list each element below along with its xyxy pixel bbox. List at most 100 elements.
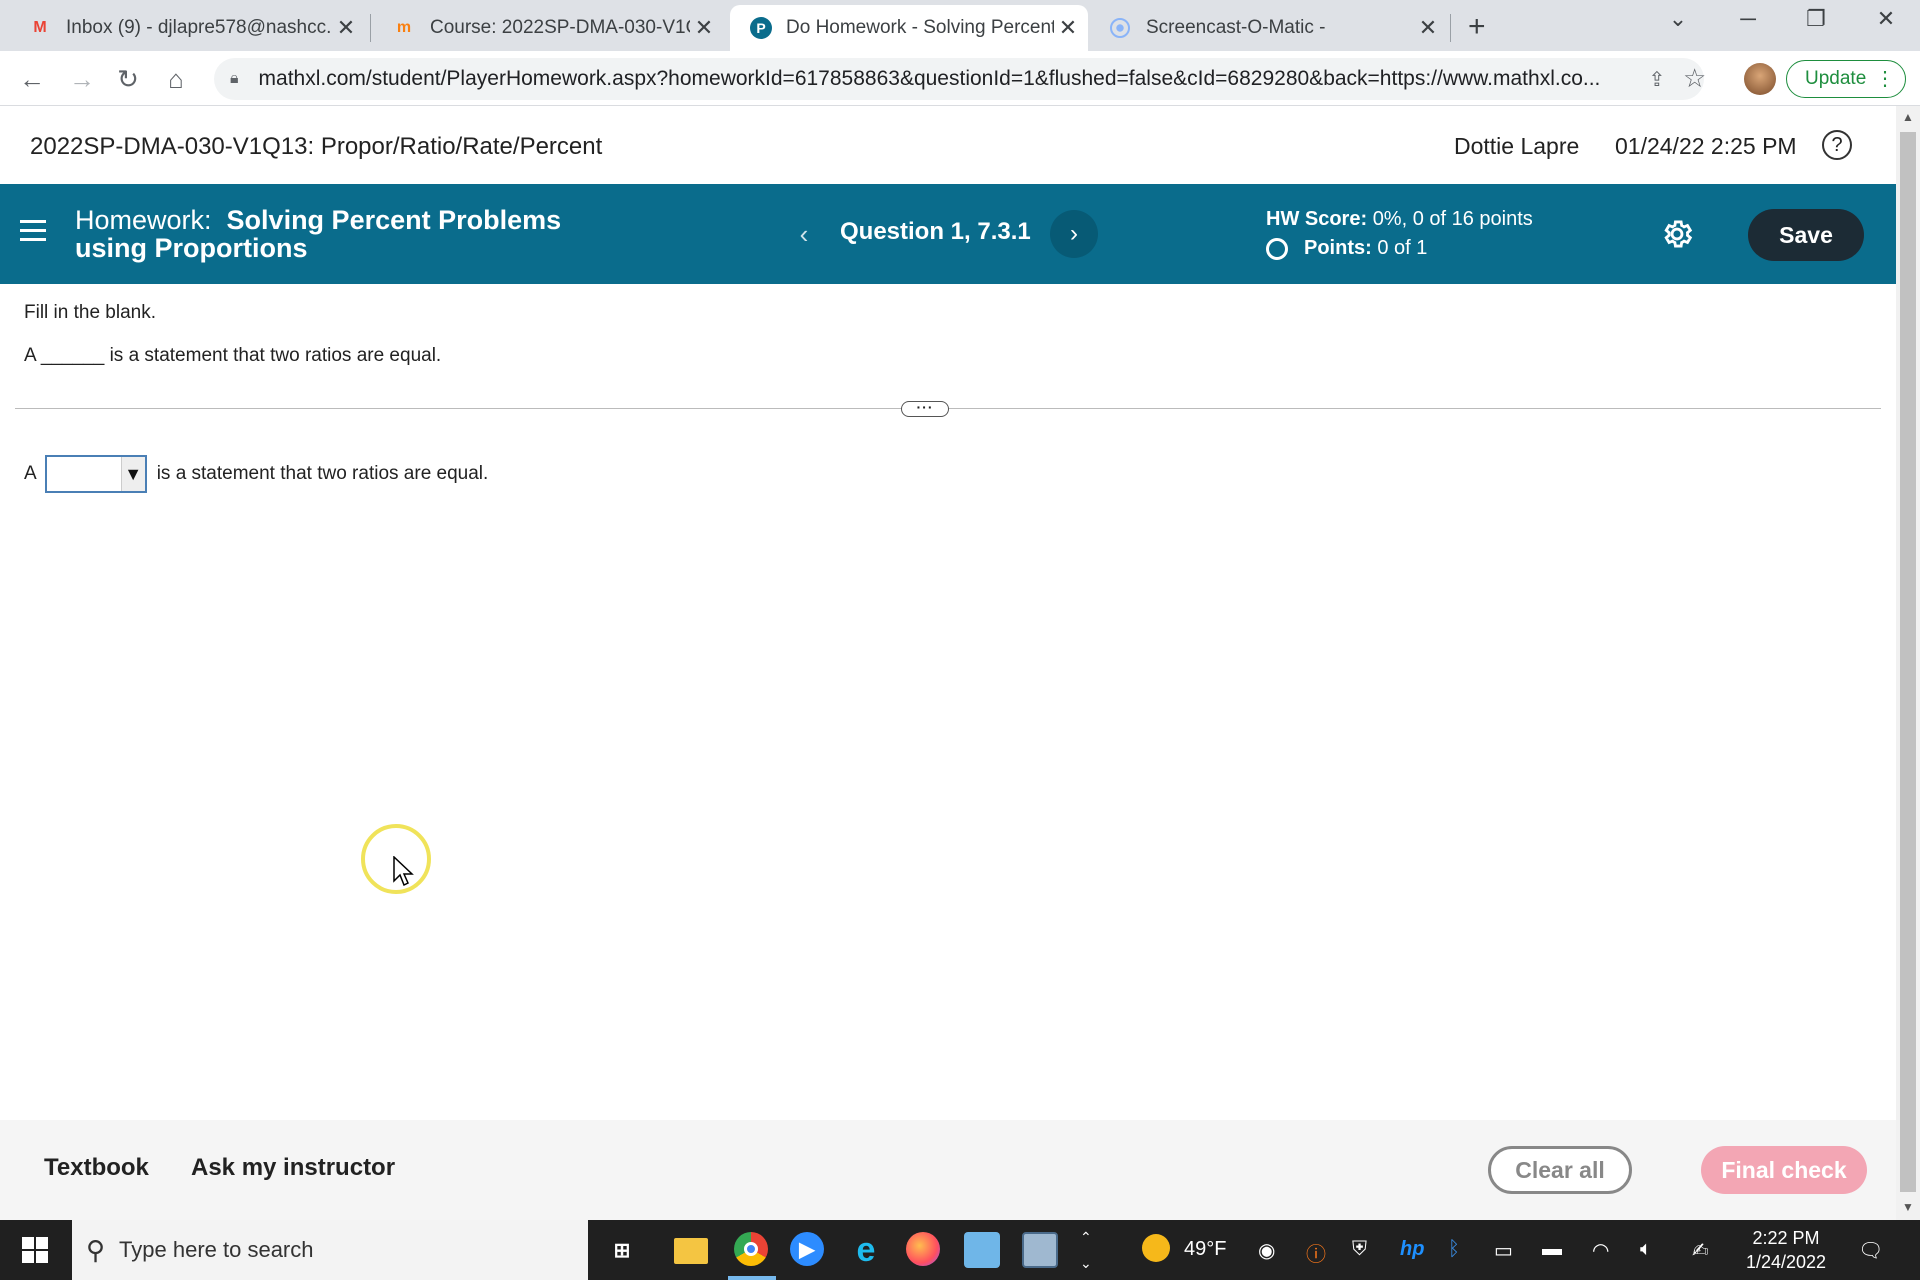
url-text[interactable]: mathxl.com/student/PlayerHomework.aspx?h… [259, 67, 1629, 91]
taskbar-search[interactable]: ⚲ Type here to search [72, 1220, 588, 1280]
homework-prefix: Homework: [75, 205, 212, 235]
profile-avatar[interactable] [1744, 63, 1776, 95]
tab-title: Screencast-O-Matic - [1146, 17, 1326, 38]
chrome-icon[interactable] [734, 1232, 768, 1266]
tab-title: Course: 2022SP-DMA-030-V1Q1 [430, 17, 690, 38]
bluetooth-icon[interactable]: ᛒ [1448, 1238, 1460, 1261]
resize-handle-icon[interactable]: ··· [901, 400, 949, 417]
user-name: Dottie Lapre [1454, 133, 1580, 159]
forward-icon[interactable]: → [64, 61, 100, 97]
task-view-icon[interactable]: ⊞ [604, 1232, 640, 1268]
clear-all-button[interactable]: Clear all [1488, 1146, 1632, 1194]
windows-start-icon[interactable] [22, 1237, 48, 1263]
menu-icon[interactable] [20, 220, 46, 247]
points-value: 0 of 1 [1377, 236, 1428, 259]
pearson-icon: P [750, 17, 772, 39]
close-icon[interactable]: ✕ [332, 15, 360, 41]
answer-row: A ▼ is a statement that two ratios are e… [24, 455, 488, 493]
app-window-icon[interactable] [1022, 1232, 1058, 1268]
address-bar[interactable]: 🔒︎ mathxl.com/student/PlayerHomework.asp… [214, 58, 1704, 100]
tab-homework[interactable]: P Do Homework - Solving Percent ✕ [730, 5, 1088, 51]
volume-icon[interactable]: 🔈︎ [1640, 1238, 1652, 1261]
current-datetime: 01/24/22 2:25 PM [1615, 133, 1797, 159]
dropdown-arrow-icon[interactable]: ▼ [120, 457, 145, 491]
save-button[interactable]: Save [1748, 209, 1864, 261]
homework-bar: Homework: Solving Percent Problems using… [0, 184, 1896, 284]
ask-instructor-link[interactable]: Ask my instructor [191, 1154, 395, 1182]
browser-tab-bar: M Inbox (9) - djlapre578@nashcc.ed ✕ m C… [0, 0, 1920, 51]
scroll-down-icon[interactable]: ▼ [1902, 1200, 1914, 1214]
info-icon[interactable]: ⓘ [1306, 1238, 1326, 1267]
final-check-button[interactable]: Final check [1701, 1146, 1867, 1194]
hp-icon[interactable]: hp [1400, 1238, 1424, 1261]
notifications-icon[interactable]: 🗨︎ [1858, 1238, 1883, 1263]
next-question-icon[interactable]: › [1050, 210, 1098, 258]
tab-separator [1450, 14, 1451, 42]
bookmark-star-icon[interactable]: ☆ [1683, 63, 1706, 94]
window-close-icon[interactable]: ✕ [1866, 6, 1906, 32]
close-icon[interactable]: ✕ [1054, 15, 1082, 41]
tab-search-chevron-icon[interactable]: ⌄ [1658, 6, 1698, 32]
page-header: 2022SP-DMA-030-V1Q13: Propor/Ratio/Rate/… [0, 106, 1896, 184]
answer-dropdown[interactable]: ▼ [44, 455, 147, 493]
moodle-icon: m [396, 19, 412, 36]
textbook-link[interactable]: Textbook [44, 1154, 149, 1182]
new-tab-icon[interactable]: + [1468, 10, 1486, 44]
security-shield-icon[interactable]: ⛨ [1352, 1238, 1367, 1261]
menu-dots-icon: ⋮ [1875, 68, 1895, 90]
weather-temperature[interactable]: 49°F [1184, 1238, 1226, 1261]
update-label: Update [1805, 68, 1867, 89]
close-icon[interactable]: ✕ [1414, 15, 1442, 41]
tab-course[interactable]: m Course: 2022SP-DMA-030-V1Q1 ✕ [372, 5, 724, 51]
page-scrollbar[interactable]: ▲ ▼ [1896, 106, 1920, 1220]
wifi-icon[interactable]: ◠ [1592, 1238, 1609, 1263]
homework-name-line1: Solving Percent Problems [226, 205, 562, 235]
tab-screencast[interactable]: Screencast-O-Matic - ✕ [1088, 5, 1448, 51]
zoom-icon[interactable]: ▶ [790, 1232, 824, 1266]
tab-title: Do Homework - Solving Percent [786, 17, 1054, 38]
control-panel-icon[interactable] [964, 1232, 1000, 1268]
display-icon[interactable]: ▭ [1494, 1238, 1513, 1263]
clock-date: 1/24/2022 [1745, 1252, 1827, 1272]
question-statement: A ______ is a statement that two ratios … [24, 345, 442, 366]
record-icon[interactable]: ◉ [1258, 1238, 1275, 1263]
homework-footer: Textbook Ask my instructor Clear all Fin… [0, 1120, 1896, 1220]
question-title[interactable]: Question 1, 7.3.1 [840, 218, 1031, 246]
file-explorer-icon[interactable] [674, 1238, 708, 1264]
firefox-icon[interactable] [906, 1232, 940, 1266]
weather-sun-icon [1142, 1234, 1170, 1262]
gear-icon[interactable] [1660, 217, 1694, 251]
reload-icon[interactable]: ↻ [110, 61, 146, 97]
hw-score-label: HW Score: [1266, 208, 1368, 230]
tab-separator [370, 14, 371, 42]
internet-explorer-icon[interactable]: e [848, 1231, 884, 1269]
windows-taskbar: ⚲ Type here to search ⊞ ▶ e ⌃ ⌄ 49°F ◉ ⓘ … [0, 1220, 1920, 1280]
active-app-indicator [728, 1276, 776, 1280]
tab-gmail[interactable]: M Inbox (9) - djlapre578@nashcc.ed ✕ [8, 5, 366, 51]
taskbar-clock[interactable]: 2:22 PM 1/24/2022 [1738, 1226, 1834, 1274]
pen-icon[interactable]: ✍︎ [1692, 1238, 1709, 1263]
gmail-icon: M [33, 19, 47, 36]
taskbar-search-placeholder: Type here to search [119, 1237, 314, 1262]
scroll-up-icon[interactable]: ▲ [1902, 110, 1914, 124]
course-title: 2022SP-DMA-030-V1Q13: Propor/Ratio/Rate/… [30, 133, 603, 160]
tab-title: Inbox (9) - djlapre578@nashcc.ed [66, 17, 332, 38]
minimize-icon[interactable]: ─ [1728, 6, 1768, 32]
close-icon[interactable]: ✕ [690, 15, 718, 41]
restore-icon[interactable]: ❐ [1796, 6, 1836, 32]
previous-question-icon[interactable]: ‹ [784, 214, 824, 254]
clock-time: 2:22 PM [1752, 1228, 1820, 1248]
hw-score: HW Score: 0%, 0 of 16 points [1266, 208, 1533, 231]
share-icon[interactable]: ⇪ [1649, 67, 1666, 92]
status-circle-icon [1266, 238, 1288, 260]
scrollbar-thumb[interactable] [1900, 132, 1916, 1192]
help-icon[interactable]: ? [1822, 130, 1852, 160]
home-icon[interactable]: ⌂ [158, 61, 194, 97]
tray-overflow-icon[interactable]: ⌃ ⌄ [1080, 1224, 1092, 1276]
back-icon[interactable]: ← [14, 61, 50, 97]
search-icon: ⚲ [86, 1234, 106, 1265]
answer-suffix: is a statement that two ratios are equal… [156, 463, 489, 484]
battery-icon[interactable]: ▬ [1542, 1238, 1562, 1261]
question-points: Points: 0 of 1 [1266, 236, 1427, 260]
update-button[interactable]: Update ⋮ [1786, 60, 1906, 98]
